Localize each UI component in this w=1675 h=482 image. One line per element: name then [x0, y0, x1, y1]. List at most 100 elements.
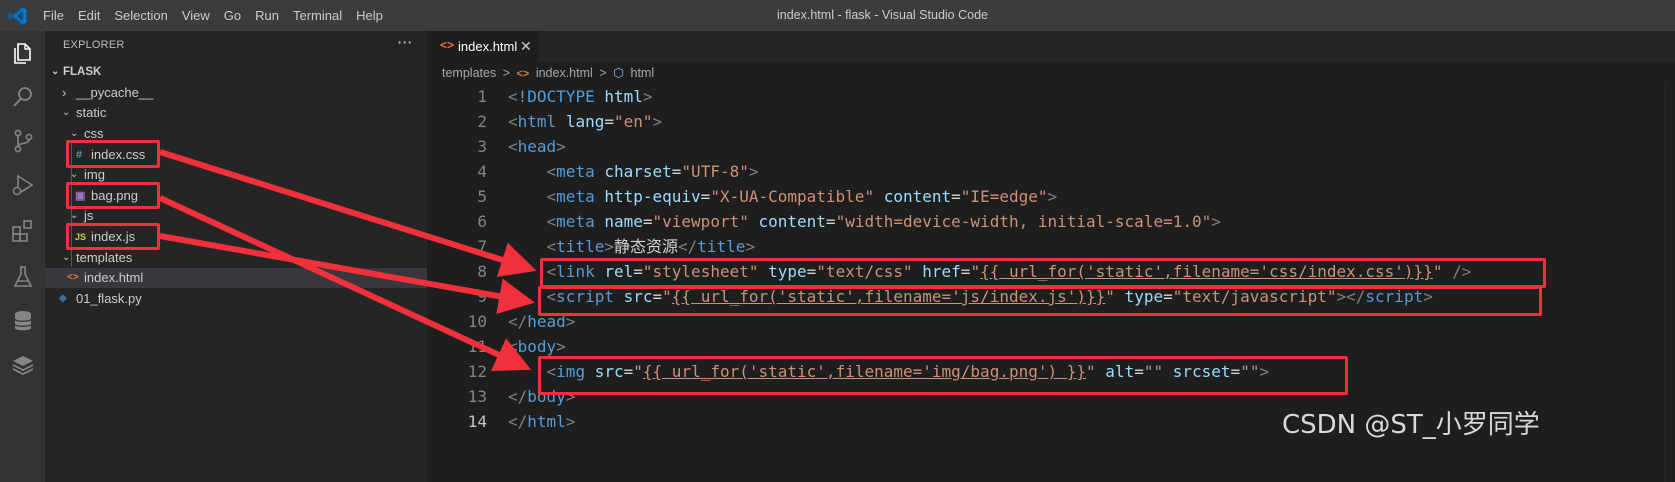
line-number: 9 — [477, 287, 487, 306]
source-control-icon[interactable] — [10, 128, 36, 154]
chevron-down-icon: ⌄ — [51, 66, 60, 77]
code-token: "IE=edge" — [960, 187, 1048, 206]
code-token: content — [758, 212, 826, 231]
html-file-icon: <> — [440, 38, 455, 52]
activity-bar — [0, 31, 45, 482]
breadcrumb-templates[interactable]: templates — [442, 66, 496, 80]
tab-index-html[interactable]: <> index.html ✕ — [427, 31, 539, 62]
breadcrumb-separator-icon: > — [599, 66, 607, 80]
chevron-down-icon: ⌄ — [62, 252, 71, 263]
line-number: 8 — [477, 262, 487, 281]
menu-go[interactable]: Go — [224, 8, 241, 23]
line-number: 12 — [467, 362, 487, 381]
code-token: < — [546, 237, 557, 256]
code-token: !DOCTYPE — [517, 87, 595, 106]
code-token: content — [883, 187, 952, 206]
tree-root-flask[interactable]: ⌄ FLASK — [45, 62, 427, 82]
code-token: > — [604, 237, 614, 256]
line-number: 6 — [477, 212, 487, 231]
code-token: = — [642, 212, 653, 231]
search-icon[interactable] — [10, 84, 36, 110]
line-number: 2 — [477, 112, 487, 131]
tree-item-static[interactable]: ⌄ static — [45, 103, 427, 123]
code-token: meta — [556, 212, 595, 231]
code-token: "UTF-8" — [681, 162, 749, 181]
menu-terminal[interactable]: Terminal — [293, 8, 342, 23]
menu-help[interactable]: Help — [356, 8, 383, 23]
extensions-icon[interactable] — [10, 218, 36, 244]
run-debug-icon[interactable] — [10, 172, 36, 198]
code-line[interactable]: <meta name="viewport" content="width=dev… — [508, 209, 1221, 234]
code-token: > — [642, 87, 653, 106]
code-line[interactable]: <meta http-equiv="X-UA-Compatible" conte… — [508, 184, 1058, 209]
title-bar: File Edit Selection View Go Run Terminal… — [0, 0, 1675, 31]
tree-item-templates[interactable]: ⌄ templates — [45, 248, 427, 268]
tree-item-index-html[interactable]: <> index.html — [45, 268, 427, 288]
breadcrumb-html-symbol[interactable]: html — [631, 66, 655, 80]
code-token: http-equiv — [604, 187, 701, 206]
menu-selection[interactable]: Selection — [114, 8, 167, 23]
layers-icon[interactable] — [10, 352, 36, 378]
code-token: "viewport" — [652, 212, 749, 231]
vertical-scrollbar[interactable] — [1665, 84, 1675, 482]
code-token: name — [604, 212, 643, 231]
watermark-text: CSDN @ST_小罗同学 — [1282, 410, 1540, 440]
menu-file[interactable]: File — [43, 8, 64, 23]
code-token: < — [508, 137, 518, 156]
line-number: 1 — [477, 87, 487, 106]
annotation-box-link-line — [540, 258, 1546, 288]
code-token: > — [556, 137, 566, 156]
code-token: "width=device-width, initial-scale=1.0" — [835, 212, 1212, 231]
line-number: 13 — [467, 387, 487, 406]
line-number: 10 — [467, 312, 487, 331]
code-line[interactable]: <html lang="en"> — [508, 109, 662, 134]
menu-edit[interactable]: Edit — [78, 8, 100, 23]
code-token: < — [546, 162, 557, 181]
breadcrumb-index-html[interactable]: index.html — [536, 66, 593, 80]
annotation-box-index-js — [66, 223, 160, 250]
testing-icon[interactable] — [10, 264, 36, 290]
line-number: 3 — [477, 137, 487, 156]
code-token: html — [604, 87, 643, 106]
code-line[interactable]: <head> — [508, 134, 566, 159]
code-token: 静态资源 — [613, 237, 678, 256]
html-file-icon: <> — [67, 272, 79, 283]
annotation-box-img-line — [538, 356, 1348, 395]
explorer-icon[interactable] — [10, 40, 36, 66]
symbol-icon: ⬡ — [613, 66, 625, 80]
chevron-right-icon: › — [62, 85, 67, 100]
code-token: lang — [565, 112, 605, 131]
close-icon[interactable]: ✕ — [520, 38, 532, 55]
code-token: </ — [508, 412, 528, 431]
html-file-icon: <> — [516, 68, 530, 80]
code-token: "en" — [613, 112, 653, 131]
code-token: < — [546, 212, 557, 231]
code-token: "X-UA-Compatible" — [710, 187, 875, 206]
database-icon[interactable] — [10, 308, 36, 334]
code-line[interactable]: </html> — [508, 409, 575, 434]
tree-item-01-flask-py[interactable]: ◆ 01_flask.py — [45, 289, 427, 309]
code-token: < — [508, 112, 518, 131]
code-token: meta — [556, 187, 595, 206]
menu-run[interactable]: Run — [255, 8, 279, 23]
code-line[interactable]: <title>静态资源</title> — [508, 234, 756, 259]
code-token: </ — [508, 387, 528, 406]
tree-item-pycache[interactable]: › __pycache__ — [45, 83, 427, 103]
code-token: > — [1047, 187, 1058, 206]
annotation-box-script-line — [538, 286, 1542, 316]
code-line[interactable]: <meta charset="UTF-8"> — [508, 159, 759, 184]
line-number: 11 — [467, 337, 487, 356]
more-actions-icon[interactable]: ··· — [397, 33, 412, 52]
code-token: = — [825, 212, 836, 231]
vscode-logo-icon — [8, 6, 27, 26]
annotation-box-index-css — [66, 140, 160, 168]
code-line[interactable]: <!DOCTYPE html> — [508, 84, 653, 109]
menu-view[interactable]: View — [182, 8, 210, 23]
